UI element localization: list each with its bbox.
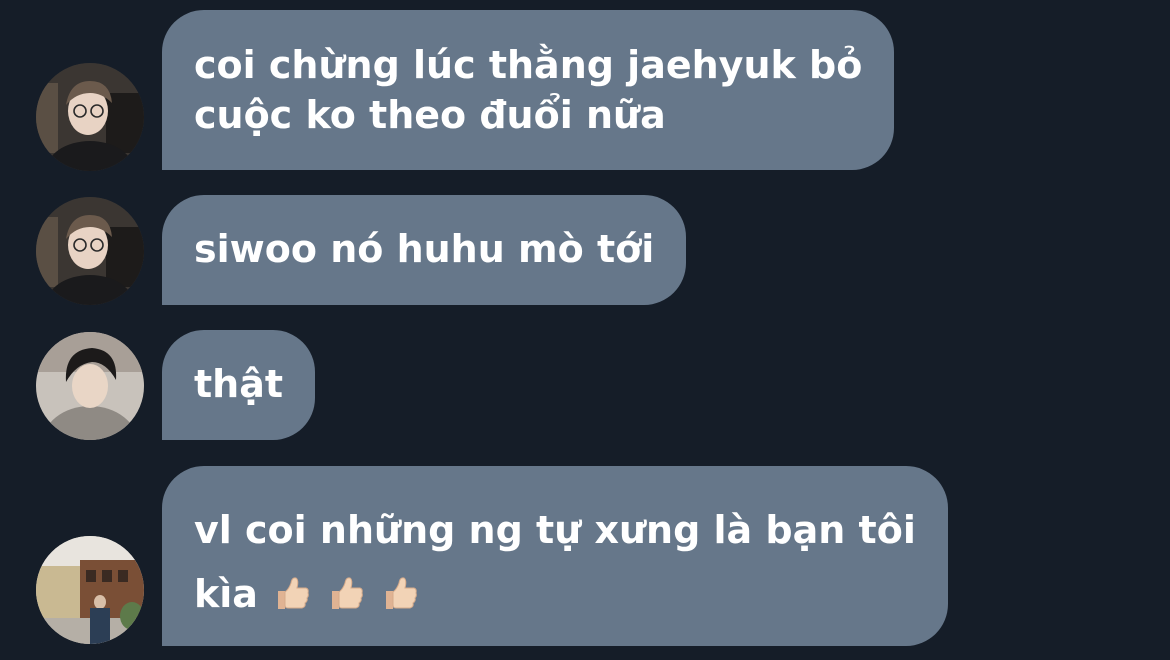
message-bubble[interactable]: siwoo nó huhu mò tới [162,195,687,305]
message-row: vl coi những ng tự xưng là bạn tôi kìa [0,466,1170,646]
thumbs-up-emoji-icon [380,573,420,613]
message-text-line-with-emoji: kìa [194,562,916,626]
thumbs-up-emoji-icon [326,573,366,613]
message-bubble[interactable]: coi chừng lúc thằng jaehyuk bỏ cuộc ko t… [162,10,895,170]
avatar[interactable] [36,63,144,171]
avatar[interactable] [36,332,144,440]
message-bubble[interactable]: vl coi những ng tự xưng là bạn tôi kìa [162,466,948,646]
thumbs-up-emoji-icon [272,573,312,613]
avatar[interactable] [36,197,144,305]
avatar[interactable] [36,536,144,644]
message-bubble[interactable]: thật [162,330,316,440]
message-row: siwoo nó huhu mò tới [0,195,1170,305]
message-text-line: thật [194,362,284,406]
avatar-glasses-man-icon [36,63,144,171]
message-text-line: cuộc ko theo đuổi nữa [194,93,666,137]
message-thread: coi chừng lúc thằng jaehyuk bỏ cuộc ko t… [0,0,1170,660]
avatar-young-man-hoodie-icon [36,332,144,440]
avatar-glasses-man-icon [36,197,144,305]
message-text-line: siwoo nó huhu mò tới [194,227,655,271]
avatar-street-photo-icon [36,536,144,644]
message-row: thật [0,330,1170,440]
message-text: kìa [194,572,258,616]
message-text-line: vl coi những ng tự xưng là bạn tôi [194,508,916,552]
message-text-line: coi chừng lúc thằng jaehyuk bỏ [194,43,863,87]
message-row: coi chừng lúc thằng jaehyuk bỏ cuộc ko t… [0,10,1170,171]
